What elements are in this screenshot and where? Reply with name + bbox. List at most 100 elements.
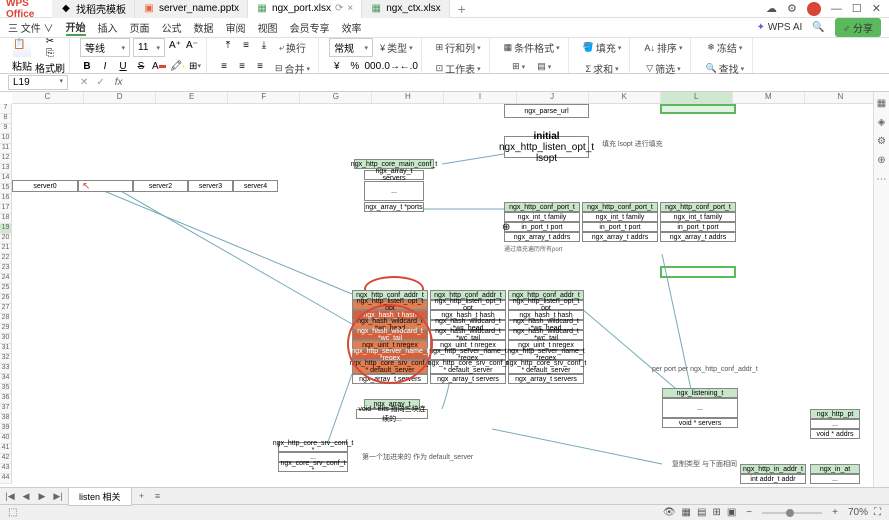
zoom-in-button[interactable]: + [828,507,842,518]
format-brush-button[interactable]: 格式刷 [35,60,65,75]
tab-pptx[interactable]: ▣server_name.pptx [135,0,248,18]
diagram-box: ngx_array_t servers [508,374,584,384]
fullscreen-button[interactable]: ⛶ [874,507,881,518]
zoom-out-button[interactable]: − [742,507,756,518]
diagram-note: per port per ngx_http_conf_addr_t [652,366,758,373]
side-icon[interactable]: ⋯ [877,174,887,185]
italic-button[interactable]: I [98,59,112,73]
font-select[interactable]: 等线▾ [80,38,130,57]
cloud-icon[interactable]: ☁ [766,2,777,15]
align-left-button[interactable]: ≡ [217,59,231,73]
view-custom-icon[interactable]: ▣ [727,507,736,518]
tab-modified-icon: ⟳ [335,3,343,14]
underline-button[interactable]: U [116,59,130,73]
server-cell: server4 [233,180,278,192]
menu-view[interactable]: 视图 [258,20,278,35]
percent-button[interactable]: % [348,59,362,73]
align-top-button[interactable]: ⤒ [221,38,235,52]
view-break-icon[interactable]: ⊞ [712,507,720,518]
paste-button[interactable]: 粘贴 [12,58,32,73]
view-normal-icon[interactable]: ▦ [682,507,691,518]
dec-decimal-button[interactable]: ←.0 [402,59,416,73]
zoom-slider[interactable] [762,512,822,514]
style-button[interactable]: ▤▾ [533,59,555,74]
strike-button[interactable]: S [134,59,148,73]
decrease-font-button[interactable]: A⁻ [185,38,199,52]
cut-icon[interactable]: ✂ [46,36,54,47]
file-menu[interactable]: 三 文件 ∨ [8,20,54,35]
increase-font-button[interactable]: A⁺ [168,38,182,52]
paste-icon[interactable]: 📋 [13,39,31,57]
menu-data[interactable]: 数据 [194,20,214,35]
selected-cell[interactable] [660,266,736,278]
status-mode: ⬚ [8,507,17,518]
menu-member[interactable]: 会员专享 [290,20,330,35]
diagram-box: ngx_array_t addrs [582,232,658,242]
side-icon[interactable]: ⚙ [877,136,886,147]
fx-icon[interactable]: fx [109,77,129,88]
side-icon[interactable]: ◈ [878,117,886,128]
insert-button[interactable]: ⊞▾ [508,59,529,74]
search-icon[interactable]: 🔍 [812,22,824,33]
format-select[interactable]: 常规▾ [329,38,373,57]
wps-ai-button[interactable]: ✦ WPS AI [757,22,803,33]
close-icon[interactable]: × [347,3,353,14]
align-middle-button[interactable]: ≡ [239,38,253,52]
cancel-formula-icon[interactable]: ✕ [76,77,92,88]
sheet-tab[interactable]: listen 相关 [68,487,132,506]
formula-input[interactable] [129,74,889,91]
wrap-button[interactable]: ⤶换行 [275,38,310,57]
tab-active-xlsx[interactable]: ▦ngx_port.xlsx⟳× [248,0,362,18]
bold-button[interactable]: B [80,59,94,73]
minimize-button[interactable]: — [831,3,842,15]
close-button[interactable]: ✕ [872,2,881,15]
menu-review[interactable]: 审阅 [226,20,246,35]
add-tab-button[interactable]: + [450,1,474,17]
menu-start[interactable]: 开始 [66,19,86,36]
tab-template[interactable]: ◆找稻壳模板 [52,0,135,18]
diagram-note: 填充 lsopt 进行填充 [602,139,663,149]
diagram-box: ngx_array_t addrs [504,232,580,242]
menu-formula[interactable]: 公式 [162,20,182,35]
cond-fmt-button[interactable]: ▦条件格式▾ [500,38,564,57]
align-right-button[interactable]: ≡ [253,59,267,73]
menu-insert[interactable]: 插入 [98,20,118,35]
row-col-button[interactable]: ⊞行和列▾ [432,38,485,57]
accept-formula-icon[interactable]: ✓ [92,77,108,88]
currency-button[interactable]: ¥ [330,59,344,73]
diagram-box: ngx_array_t servers [430,374,506,384]
maximize-button[interactable]: ☐ [852,2,862,15]
border-button[interactable]: ⊞▾ [188,59,202,73]
side-icon[interactable]: ▦ [877,98,886,109]
row-headers[interactable]: 7891011121314151617181920212223242526272… [0,104,12,484]
tab-xlsx2[interactable]: ▦ngx_ctx.xlsx [362,0,449,18]
diagram-box: ngx_hash_wildcard_t *wc_tail [430,330,506,340]
menu-page[interactable]: 页面 [130,20,150,35]
view-page-icon[interactable]: ▤ [697,507,706,518]
name-box[interactable]: L19▾ [8,75,68,90]
size-select[interactable]: 11▾ [133,38,165,57]
spreadsheet-area[interactable]: ngx_parse_url initialngx_http_listen_opt… [12,104,877,487]
settings-icon[interactable]: ⚙ [787,2,797,15]
view-icon[interactable]: 👁 [663,507,676,518]
side-icon[interactable]: ⊕ [877,155,885,166]
menu-efficiency[interactable]: 效率 [342,20,362,35]
type-button[interactable]: ¥类型▾ [376,38,417,57]
inc-decimal-button[interactable]: .0→ [384,59,398,73]
sort-button[interactable]: A↓排序▾ [640,38,686,57]
fill-button[interactable]: 🪣填充▾ [579,38,626,57]
align-bottom-button[interactable]: ⤓ [257,38,271,52]
align-center-button[interactable]: ≡ [235,59,249,73]
share-button[interactable]: ♂ 分享 [835,18,881,37]
font-color-button[interactable]: A [152,59,166,73]
highlight-button[interactable]: 🖍 [170,59,184,73]
freeze-button[interactable]: ❄冻结▾ [703,38,746,57]
diagram-box: ngx_int_t family [582,212,658,222]
copy-icon[interactable]: ⎘ [46,48,54,59]
comma-button[interactable]: 000 [366,59,380,73]
diagram-box: ngx_http_core_srv_conf_t * default_serve… [430,360,506,374]
zoom-value[interactable]: 70% [848,507,868,518]
diagram-box: ngx_http_listen_opt_t opt [508,300,584,310]
column-headers[interactable]: CDEFGHIJKLMN [12,92,877,104]
avatar[interactable] [807,2,821,16]
